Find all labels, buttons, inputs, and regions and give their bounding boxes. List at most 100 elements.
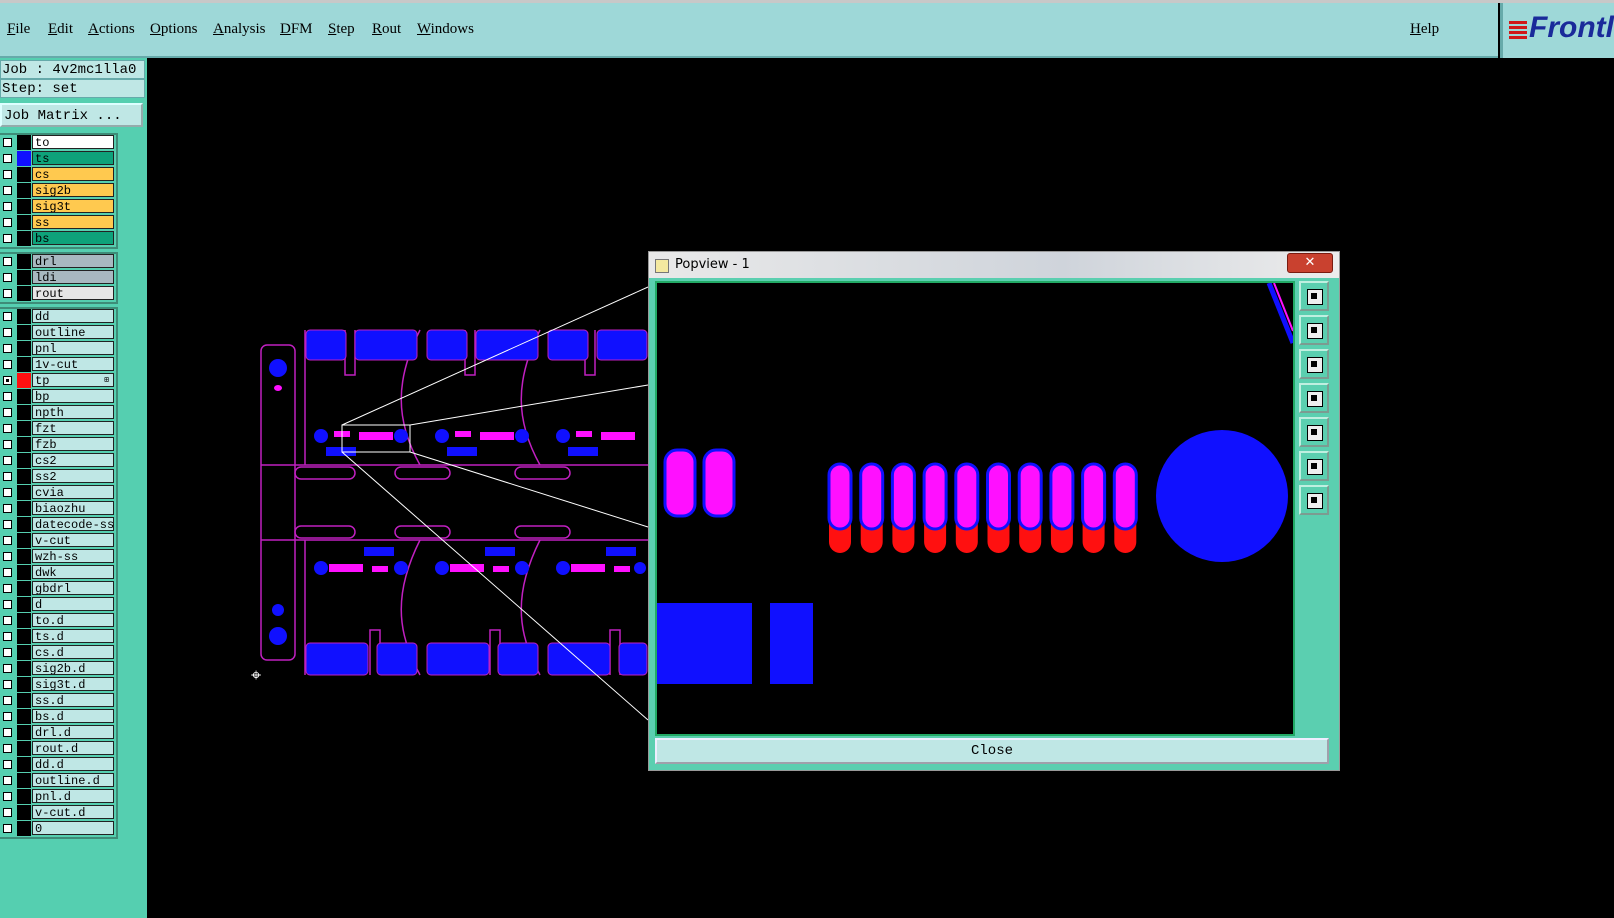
layer-name[interactable]: fzt [32, 421, 114, 435]
layer-row[interactable]: datecode-ss [0, 517, 116, 533]
layer-checkbox[interactable] [3, 632, 12, 641]
layer-row[interactable]: rout.d [0, 741, 116, 757]
layer-row[interactable]: fzt [0, 421, 116, 437]
layer-checkbox[interactable] [3, 312, 12, 321]
layer-name[interactable]: ss2 [32, 469, 114, 483]
menu-analysis[interactable]: Analysis [213, 21, 266, 38]
layer-checkbox[interactable] [3, 536, 12, 545]
layer-name[interactable]: d [32, 597, 114, 611]
layer-row[interactable]: outline [0, 325, 116, 341]
layer-row[interactable]: bs [0, 231, 116, 247]
menu-edit[interactable]: Edit [48, 21, 73, 38]
layer-name[interactable]: pnl [32, 341, 114, 355]
layer-name[interactable]: v-cut.d [32, 805, 114, 819]
layer-color-swatch[interactable] [17, 254, 31, 269]
layer-color-swatch[interactable] [17, 597, 31, 612]
layer-name[interactable]: 0 [32, 821, 114, 835]
layer-checkbox[interactable] [3, 488, 12, 497]
layer-checkbox[interactable] [3, 776, 12, 785]
job-matrix-button[interactable]: Job Matrix ... [0, 103, 143, 127]
layer-row[interactable]: sig3t.d [0, 677, 116, 693]
layer-row[interactable]: ss2 [0, 469, 116, 485]
layer-color-swatch[interactable] [17, 565, 31, 580]
layer-checkbox[interactable] [3, 392, 12, 401]
layer-row[interactable]: gbdrl [0, 581, 116, 597]
layer-row[interactable]: ldi [0, 270, 116, 286]
layer-color-swatch[interactable] [17, 389, 31, 404]
layer-color-swatch[interactable] [17, 549, 31, 564]
layer-row[interactable]: pnl.d [0, 789, 116, 805]
layer-checkbox[interactable] [3, 328, 12, 337]
layer-row[interactable]: outline.d [0, 773, 116, 789]
layer-name[interactable]: dwk [32, 565, 114, 579]
menu-dfm[interactable]: DFM [280, 21, 313, 38]
layer-checkbox[interactable] [3, 360, 12, 369]
window-close-button[interactable]: ✕ [1287, 253, 1333, 273]
layer-color-swatch[interactable] [17, 789, 31, 804]
layer-name[interactable]: sig3t.d [32, 677, 114, 691]
layer-color-swatch[interactable] [17, 183, 31, 198]
layer-checkbox[interactable] [3, 664, 12, 673]
menu-windows[interactable]: Windows [417, 21, 474, 38]
layer-name[interactable]: outline.d [32, 773, 114, 787]
layer-row[interactable]: cs [0, 167, 116, 183]
layer-color-swatch[interactable] [17, 533, 31, 548]
layer-color-swatch[interactable] [17, 167, 31, 182]
layer-checkbox[interactable] [3, 289, 12, 298]
layer-name[interactable]: dd [32, 309, 114, 323]
pan-right-icon[interactable] [1299, 417, 1329, 447]
pan-up-icon[interactable] [1299, 315, 1329, 345]
layer-checkbox[interactable] [3, 408, 12, 417]
layer-name[interactable]: ts.d [32, 629, 114, 643]
layer-row[interactable]: drl [0, 254, 116, 270]
layer-color-swatch[interactable] [17, 693, 31, 708]
layer-color-swatch[interactable] [17, 821, 31, 836]
layer-name[interactable]: v-cut [32, 533, 114, 547]
layer-checkbox[interactable] [3, 440, 12, 449]
layer-checkbox[interactable] [3, 808, 12, 817]
layer-row[interactable]: cvia [0, 485, 116, 501]
layer-name[interactable]: cs [32, 167, 114, 181]
layer-name[interactable]: outline [32, 325, 114, 339]
layer-name[interactable]: drl.d [32, 725, 114, 739]
layer-name[interactable]: sig3t [32, 199, 114, 213]
layer-row[interactable]: sig2b.d [0, 661, 116, 677]
layer-checkbox[interactable] [3, 376, 12, 385]
layer-color-swatch[interactable] [17, 199, 31, 214]
layer-row[interactable]: v-cut.d [0, 805, 116, 821]
layer-color-swatch[interactable] [17, 485, 31, 500]
layer-checkbox[interactable] [3, 257, 12, 266]
layer-name[interactable]: sig2b.d [32, 661, 114, 675]
layer-name[interactable]: gbdrl [32, 581, 114, 595]
layer-name[interactable]: fzb [32, 437, 114, 451]
close-button[interactable]: Close [655, 738, 1329, 764]
layer-color-swatch[interactable] [17, 741, 31, 756]
layer-color-swatch[interactable] [17, 215, 31, 230]
layer-checkbox[interactable] [3, 218, 12, 227]
layer-color-swatch[interactable] [17, 501, 31, 516]
layer-color-swatch[interactable] [17, 709, 31, 724]
layer-checkbox[interactable] [3, 456, 12, 465]
layer-color-swatch[interactable] [17, 421, 31, 436]
layer-row[interactable]: v-cut [0, 533, 116, 549]
layer-name[interactable]: to [32, 135, 114, 149]
layer-row[interactable]: d [0, 597, 116, 613]
layer-name[interactable]: wzh-ss [32, 549, 114, 563]
layer-color-swatch[interactable] [17, 469, 31, 484]
layer-color-swatch[interactable] [17, 286, 31, 301]
layer-name[interactable]: ts [32, 151, 114, 165]
menu-options[interactable]: Options [150, 21, 198, 38]
layer-checkbox[interactable] [3, 680, 12, 689]
layer-checkbox[interactable] [3, 696, 12, 705]
menu-rout[interactable]: Rout [372, 21, 401, 38]
layer-color-swatch[interactable] [17, 757, 31, 772]
layer-row[interactable]: sig2b [0, 183, 116, 199]
layer-color-swatch[interactable] [17, 725, 31, 740]
layer-color-swatch[interactable] [17, 405, 31, 420]
layer-checkbox[interactable] [3, 728, 12, 737]
layer-row[interactable]: cs.d [0, 645, 116, 661]
popview-viewport[interactable] [655, 281, 1295, 736]
menu-step[interactable]: Step [328, 21, 355, 38]
layer-checkbox[interactable] [3, 344, 12, 353]
layer-name[interactable]: ldi [32, 270, 114, 284]
